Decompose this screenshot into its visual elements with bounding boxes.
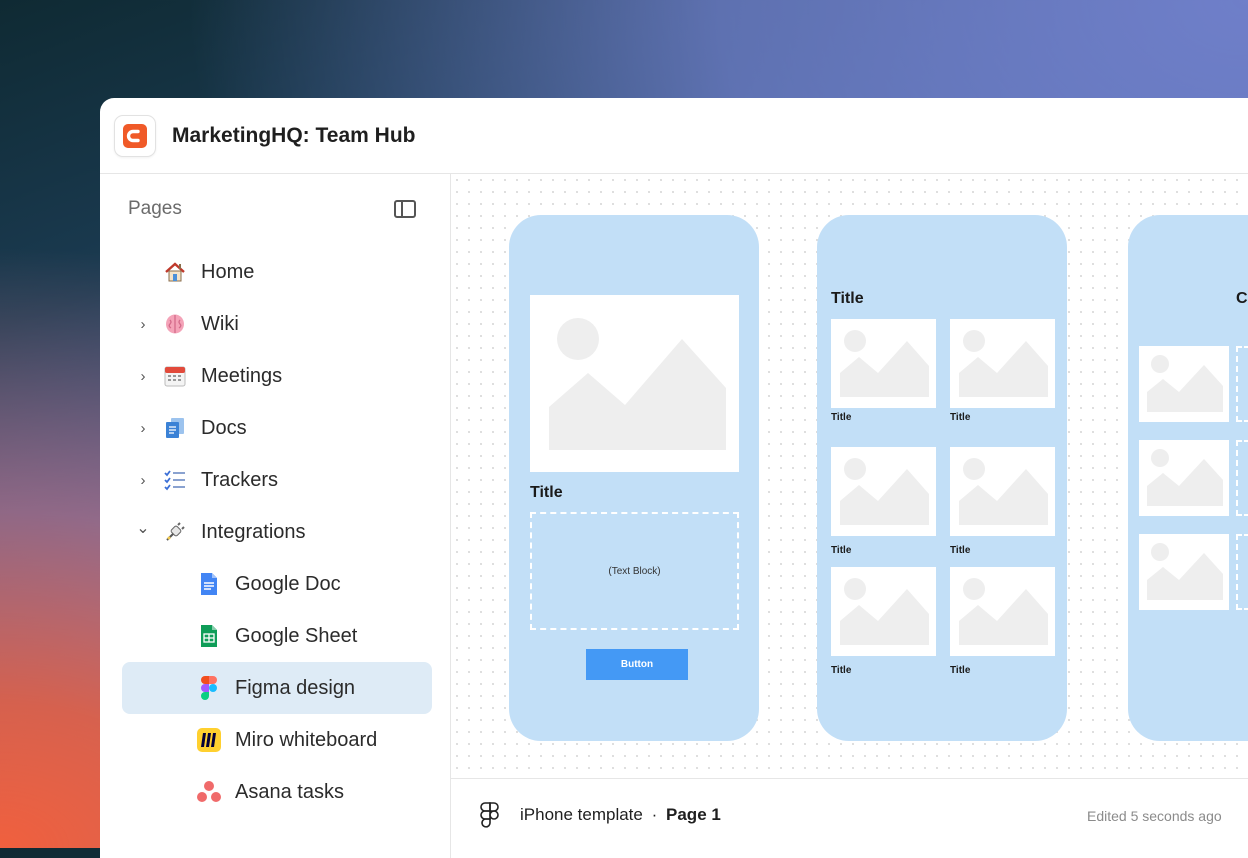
google-sheet-icon [196,623,222,649]
sidebar-item-label: Home [201,260,255,283]
image-placeholder [530,295,739,472]
image-placeholder [950,567,1055,656]
frame-title: C [1236,290,1248,307]
image-caption: Title [950,545,971,556]
miro-icon [196,727,222,753]
chevron-right-icon[interactable]: › [134,420,152,437]
sidebar-item-integrations[interactable]: ⌄ Integrations [122,506,432,558]
sidebar-item-label: Miro whiteboard [235,728,378,751]
sidebar-item-asana-tasks[interactable]: Asana tasks [122,766,432,818]
file-name[interactable]: iPhone template · Page 1 [520,805,721,825]
asana-icon [196,779,222,805]
sidebar-item-label: Asana tasks [235,780,344,803]
sidebar-item-trackers[interactable]: › Trackers [122,454,432,506]
sidebar-item-label: Figma design [235,676,356,699]
calendar-icon [162,363,188,389]
sidebar-item-label: Google Sheet [235,624,358,647]
brain-icon [162,311,188,337]
house-icon [162,259,188,285]
text-block-placeholder [1236,440,1248,516]
sidebar-item-google-doc[interactable]: Google Doc [122,558,432,610]
sidebar-item-label: Docs [201,416,247,439]
chevron-right-icon[interactable]: › [134,472,152,489]
image-caption: Title [950,412,971,423]
image-placeholder [831,447,936,536]
embed-footer: iPhone template · Page 1 Edited 5 second… [451,778,1248,858]
doc-title[interactable]: MarketingHQ: Team Hub [172,124,415,148]
chevron-right-icon[interactable]: › [134,368,152,385]
phone-frame-2: Title Title Title Title Title Title Titl… [817,215,1067,741]
pages-sidebar: Pages Home › Wiki › Meetings › Docs › Tr… [100,174,451,858]
frame-title: Title [831,290,864,307]
sidebar-item-meetings[interactable]: › Meetings [122,350,432,402]
figma-outline-icon[interactable] [479,801,501,834]
app-window: MarketingHQ: Team Hub Pages Home › Wiki … [100,98,1248,858]
image-placeholder [1139,346,1229,422]
sidebar-item-label: Wiki [201,312,239,335]
edited-text: Edited 5 seconds ago [1087,808,1222,824]
file-name-text: iPhone template [520,805,643,824]
sidebar-item-google-sheet[interactable]: Google Sheet [122,610,432,662]
sidebar-item-miro-whiteboard[interactable]: Miro whiteboard [122,714,432,766]
sidebar-item-home[interactable]: Home [122,246,432,298]
text-block-placeholder [1236,346,1248,422]
sidebar-item-figma-design[interactable]: Figma design [122,662,432,714]
separator: · [651,805,658,824]
sidebar-toggle-icon[interactable] [394,200,416,218]
text-block-placeholder: (Text Block) [530,512,739,630]
sidebar-header: Pages [100,174,450,244]
sidebar-item-wiki[interactable]: › Wiki [122,298,432,350]
image-placeholder [950,447,1055,536]
page-name: Page 1 [666,805,721,824]
image-placeholder [1139,440,1229,516]
sidebar-title: Pages [128,198,182,219]
frame-button: Button [586,649,688,680]
chevron-right-icon[interactable]: › [134,316,152,333]
image-placeholder [950,319,1055,408]
edited-timestamp: Edited 5 seconds ago [1087,808,1248,824]
documents-icon [162,415,188,441]
text-block-placeholder [1236,534,1248,610]
image-caption: Title [831,665,852,676]
google-doc-icon [196,571,222,597]
image-placeholder [831,319,936,408]
chevron-down-icon[interactable]: ⌄ [134,518,152,538]
frame-title: Title [530,484,563,501]
image-caption: Title [831,412,852,423]
image-caption: Title [831,545,852,556]
sidebar-item-docs[interactable]: › Docs [122,402,432,454]
image-placeholder [1139,534,1229,610]
image-caption: Title [950,665,971,676]
title-bar: MarketingHQ: Team Hub [100,98,1248,174]
sidebar-item-label: Integrations [201,520,306,543]
plug-icon [162,519,188,545]
phone-frame-3: C [1128,215,1248,741]
sidebar-item-label: Google Doc [235,572,341,595]
sidebar-item-label: Trackers [201,468,279,491]
figma-icon [196,675,222,701]
figma-embed-canvas[interactable]: Title (Text Block) Button Title Title Ti… [451,174,1248,778]
checklist-icon [162,467,188,493]
image-placeholder [831,567,936,656]
phone-frame-1: Title (Text Block) Button [509,215,759,741]
sidebar-item-label: Meetings [201,364,283,387]
coda-logo-icon[interactable] [114,114,156,157]
